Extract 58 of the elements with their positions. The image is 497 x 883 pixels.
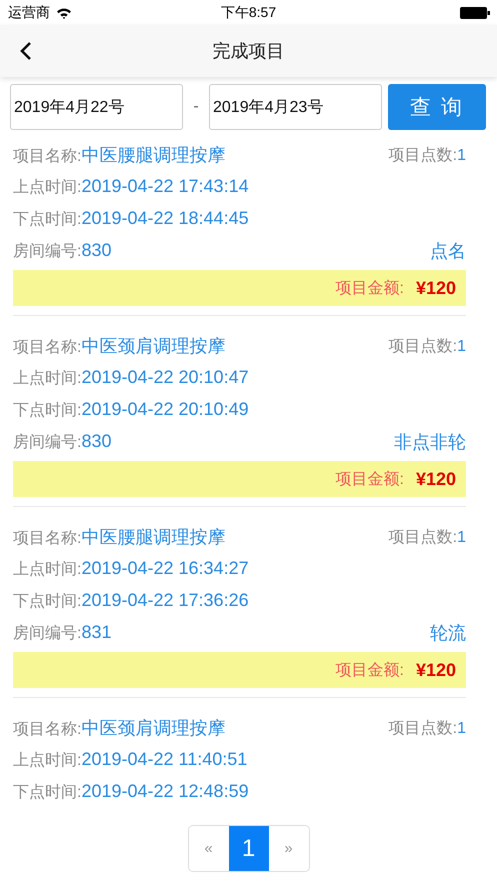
amount-value: ¥120 (416, 660, 456, 680)
field-label: 项目名称: (13, 721, 82, 738)
field-label: 项目名称: (13, 148, 82, 165)
field-label: 房间编号: (13, 434, 82, 451)
room-number: 831 (81, 622, 112, 642)
field-label: 项目点数: (388, 338, 458, 354)
room-number: 830 (81, 431, 112, 451)
points-value: 1 (457, 146, 466, 164)
project-name: 中医颈肩调理按摩 (81, 336, 226, 356)
start-time: 2019-04-22 11:40:51 (81, 749, 248, 769)
field-label: 上点时间: (13, 179, 82, 196)
field-label: 房间编号: (13, 243, 82, 260)
assignment-type: 非点非轮 (394, 431, 466, 454)
start-time: 2019-04-22 20:10:47 (81, 367, 249, 387)
field-label: 上点时间: (13, 561, 82, 578)
amount-value: ¥120 (416, 278, 456, 298)
wifi-icon (56, 6, 72, 18)
points-value: 1 (457, 720, 466, 736)
page-button[interactable]: 1 (228, 826, 268, 871)
assignment-type: 轮流 (430, 622, 466, 645)
field-label: 下点时间: (13, 593, 82, 610)
amount-label: 项目金额: (336, 470, 404, 490)
end-time: 2019-04-22 20:10:49 (81, 399, 249, 419)
assignment-type: 点名 (430, 240, 466, 263)
field-label: 项目名称: (13, 530, 82, 547)
field-label: 上点时间: (13, 370, 82, 387)
field-label: 项目点数: (388, 146, 458, 164)
field-label: 房间编号: (13, 625, 82, 642)
end-time: 2019-04-22 17:36:26 (81, 590, 249, 610)
end-time: 2019-04-22 18:44:45 (81, 208, 249, 228)
field-label: 上点时间: (13, 752, 82, 769)
project-name: 中医颈肩调理按摩 (81, 718, 226, 738)
carrier-name: 运营商 (8, 4, 50, 22)
field-label: 下点时间: (13, 402, 82, 419)
battery-icon (460, 6, 490, 18)
start-time: 2019-04-22 16:34:27 (81, 558, 249, 578)
amount-label: 项目金额: (336, 660, 404, 680)
field-label: 项目名称: (13, 339, 82, 356)
end-date-field[interactable]: 2019年4月23号 (209, 84, 382, 130)
start-time: 2019-04-22 17:43:14 (81, 176, 249, 196)
page-title: 完成项目 (212, 40, 284, 63)
date-separator: - (192, 98, 200, 116)
amount-value: ¥120 (416, 468, 456, 490)
field-label: 下点时间: (13, 784, 82, 801)
amount-label: 项目金额: (336, 278, 404, 298)
query-button[interactable]: 查 询 (388, 84, 486, 130)
room-number: 830 (81, 240, 112, 260)
field-label: 项目点数: (388, 720, 458, 736)
back-icon[interactable] (20, 41, 32, 61)
field-label: 项目点数: (388, 528, 458, 546)
field-label: 下点时间: (13, 211, 82, 228)
status-time: 下午8:57 (220, 4, 276, 22)
start-date-field[interactable]: 2019年4月22号 (10, 84, 183, 130)
project-name: 中医腰腿调理按摩 (81, 527, 226, 547)
points-value: 1 (457, 528, 466, 546)
project-name: 中医腰腿调理按摩 (81, 145, 226, 165)
points-value: 1 (457, 338, 466, 354)
end-time: 2019-04-22 12:48:59 (81, 781, 249, 801)
